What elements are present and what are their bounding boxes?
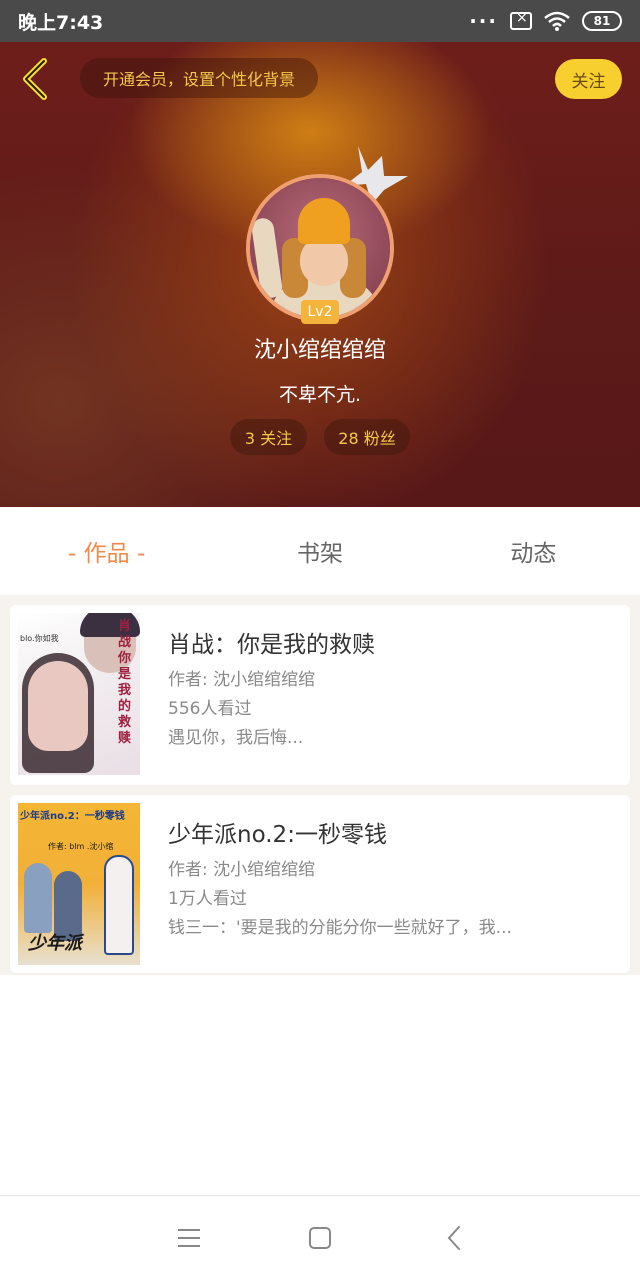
follow-button[interactable]: 关注 — [555, 59, 622, 99]
list-item[interactable]: 少年派no.2：一秒零钱 作者: blm .沈小绾 少年派 少年派no.2:一秒… — [10, 795, 630, 973]
level-badge: Lv2 — [301, 300, 339, 324]
chevron-left-icon[interactable] — [14, 56, 54, 102]
work-views: 1万人看过 — [168, 889, 247, 909]
work-author: 作者: 沈小绾绾绾绾 — [168, 860, 316, 880]
status-icons: ··· 81 — [469, 9, 622, 33]
work-title[interactable]: 肖战：你是我的救赎 — [168, 625, 375, 659]
username: 沈小绾绾绾绾 — [253, 338, 386, 363]
menu-icon[interactable] — [174, 1224, 204, 1252]
battery-icon: 81 — [582, 11, 622, 31]
wifi-icon — [544, 11, 570, 31]
book-cover[interactable]: blo.你如我 肖战你是我的救赎 — [18, 613, 140, 775]
following-count-button[interactable]: 3 关注 — [230, 419, 307, 455]
user-bio: 不卑不亢. — [278, 384, 362, 406]
tab-bookshelf[interactable]: 书架 — [213, 507, 426, 595]
more-dots-icon: ··· — [469, 9, 498, 33]
fans-count-button[interactable]: 28 粉丝 — [324, 419, 410, 455]
work-description: 遇见你，我后悔... — [168, 728, 304, 748]
vip-background-button[interactable]: 开通会员，设置个性化背景 — [80, 58, 318, 98]
status-time: 晚上7:43 — [18, 11, 104, 34]
works-list: blo.你如我 肖战你是我的救赎 肖战：你是我的救赎 作者: 沈小绾绾绾绾 55… — [0, 595, 640, 975]
work-description: 钱三一：'要是我的分能分你一些就好了，我... — [168, 918, 512, 938]
work-title[interactable]: 少年派no.2:一秒零钱 — [168, 815, 387, 849]
tab-activity[interactable]: 动态 — [427, 507, 640, 595]
list-item[interactable]: blo.你如我 肖战你是我的救赎 肖战：你是我的救赎 作者: 沈小绾绾绾绾 55… — [10, 605, 630, 785]
cover-small-text: blo.你如我 — [20, 634, 59, 643]
book-cover[interactable]: 少年派no.2：一秒零钱 作者: blm .沈小绾 少年派 — [18, 803, 140, 965]
cover-logo-text: 少年派 — [28, 933, 82, 954]
work-author: 作者: 沈小绾绾绾绾 — [168, 670, 316, 690]
system-nav-bar — [0, 1195, 640, 1280]
work-views: 556人看过 — [168, 699, 252, 719]
status-bar: 晚上7:43 ··· 81 — [0, 0, 640, 42]
cover-title-text: 肖战你是我的救赎 — [118, 619, 132, 746]
chevron-left-icon[interactable] — [440, 1224, 470, 1252]
square-home-icon[interactable] — [305, 1224, 335, 1252]
profile-header: 开通会员，设置个性化背景 关注 Lv2 沈小绾绾绾绾 不卑不亢. 3 关注 28… — [0, 42, 640, 507]
cover-sub-text: 作者: blm .沈小绾 — [48, 842, 114, 851]
cover-title-text: 少年派no.2：一秒零钱 — [20, 811, 125, 822]
tab-works[interactable]: - 作品 - — [0, 507, 213, 595]
profile-tabs: - 作品 - 书架 动态 — [0, 507, 640, 595]
sim-card-icon — [510, 10, 532, 30]
